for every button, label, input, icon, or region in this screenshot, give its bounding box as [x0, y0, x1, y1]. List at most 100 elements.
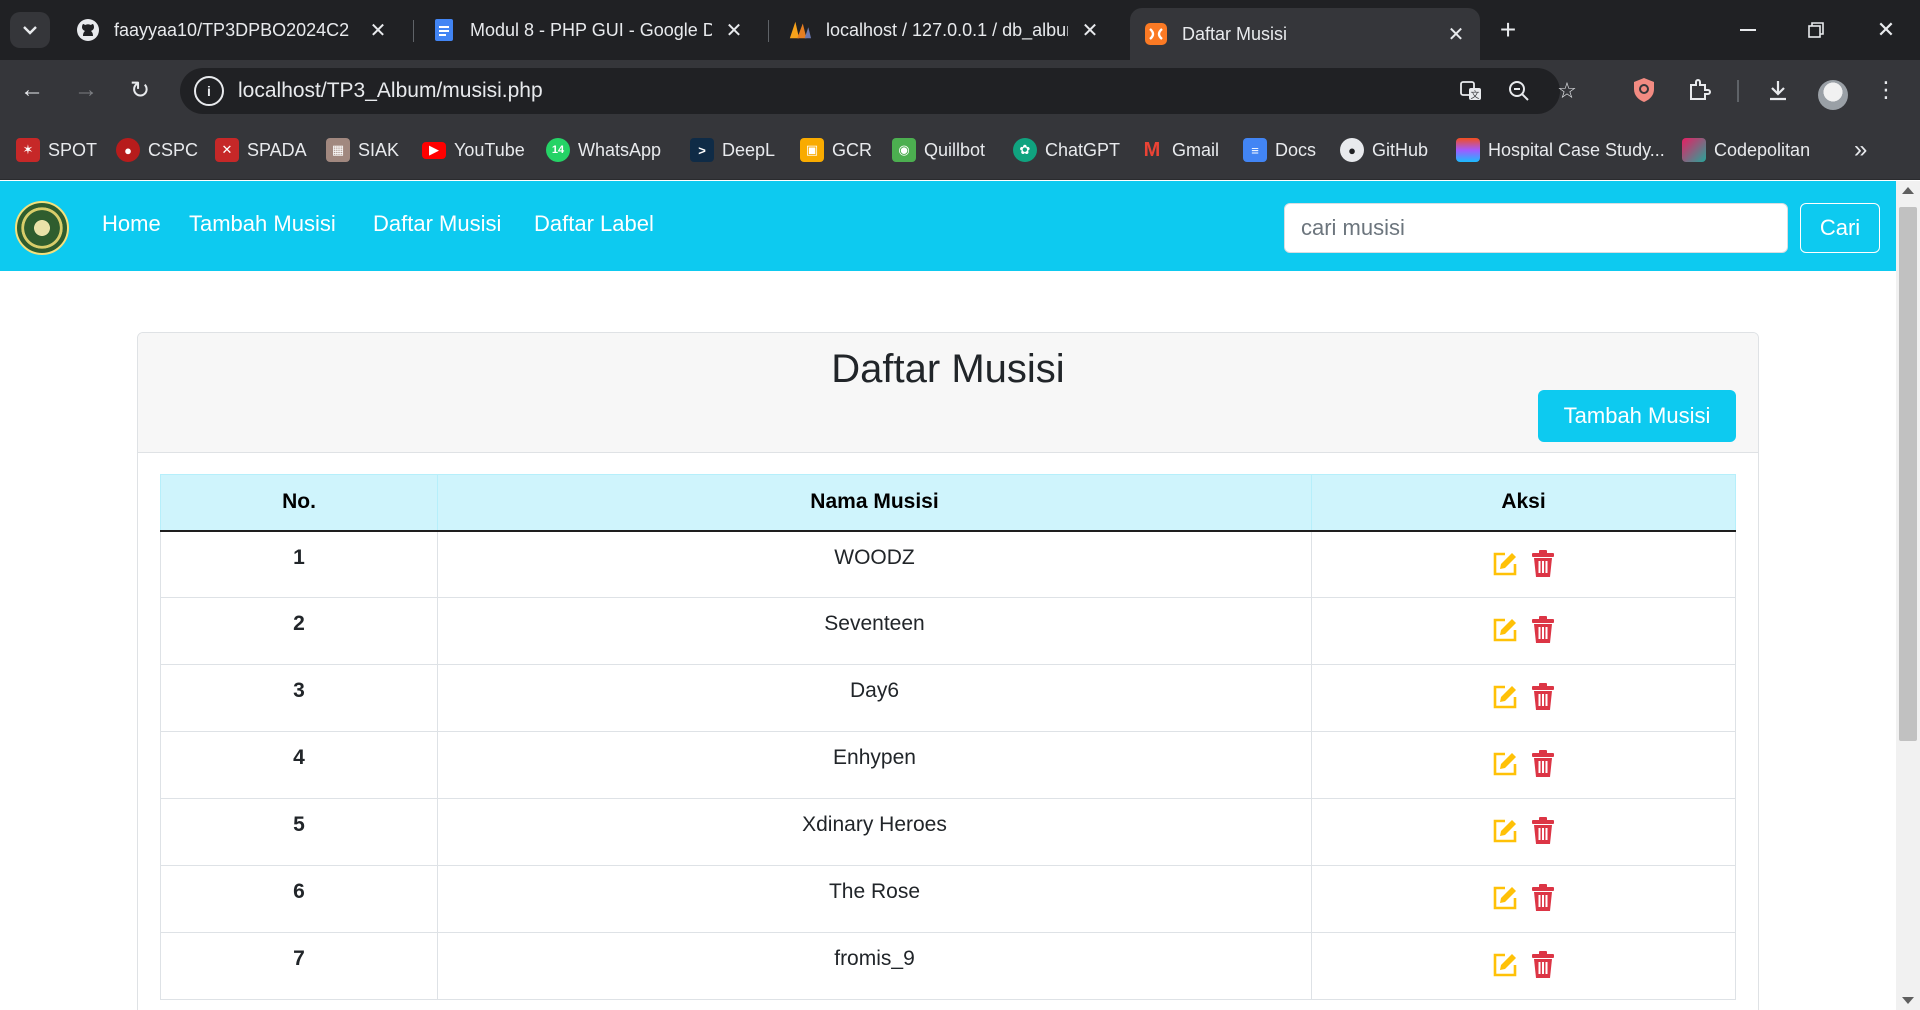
- bookmark-spada[interactable]: ✕ SPADA: [215, 136, 307, 164]
- bookmark-label: GCR: [832, 139, 872, 160]
- bookmark-spot[interactable]: ✶ SPOT: [16, 136, 97, 164]
- edit-icon[interactable]: [1490, 682, 1520, 712]
- bookmark-quillbot[interactable]: ◉ Quillbot: [892, 136, 985, 164]
- add-musisi-button[interactable]: Tambah Musisi: [1538, 390, 1736, 442]
- tab-phpmyadmin[interactable]: localhost / 127.0.0.1 / db_album ✕: [774, 8, 1114, 52]
- bookmark-docs[interactable]: ≡ Docs: [1243, 136, 1316, 164]
- svg-text:文: 文: [1470, 89, 1479, 101]
- bookmark-youtube[interactable]: ▶ YouTube: [422, 136, 525, 164]
- nav-link-daftar-label[interactable]: Daftar Label: [534, 211, 654, 237]
- new-tab-button[interactable]: +: [1494, 14, 1522, 45]
- cell-aksi: [1311, 731, 1736, 799]
- page-title: Daftar Musisi: [831, 347, 1065, 391]
- tab-title: localhost / 127.0.0.1 / db_album: [826, 19, 1068, 40]
- bookmark-label: Gmail: [1172, 139, 1220, 160]
- edit-icon[interactable]: [1490, 950, 1520, 980]
- zoom-icon[interactable]: [1506, 78, 1532, 104]
- tab-daftar-musisi[interactable]: Daftar Musisi ✕: [1130, 8, 1480, 60]
- close-icon[interactable]: ✕: [1446, 24, 1466, 46]
- chevron-double-right-icon[interactable]: »: [1854, 136, 1867, 164]
- nav-link-daftar-musisi[interactable]: Daftar Musisi: [373, 211, 501, 237]
- tab-github[interactable]: faayyaa10/TP3DPBO2024C2 ✕: [62, 8, 402, 52]
- bookmark-label: ChatGPT: [1045, 139, 1121, 160]
- scroll-down-arrow-icon[interactable]: [1902, 997, 1914, 1004]
- search-button[interactable]: Cari: [1800, 203, 1880, 253]
- github-icon: [76, 18, 100, 42]
- cell-no: 7: [160, 932, 438, 1000]
- forward-arrow-icon[interactable]: →: [68, 72, 104, 108]
- musisi-table: No. Nama Musisi Aksi 1 WOODZ 2 Seventeen 3 Da…: [160, 474, 1736, 1000]
- bookmark-deepl[interactable]: > DeepL: [690, 136, 775, 164]
- shield-extension-icon[interactable]: [1628, 74, 1660, 106]
- cell-aksi: [1311, 798, 1736, 866]
- trash-icon[interactable]: [1528, 749, 1558, 779]
- trash-icon[interactable]: [1528, 549, 1558, 579]
- bookmark-cspc[interactable]: ● CSPC: [116, 136, 198, 164]
- download-icon[interactable]: [1762, 74, 1794, 106]
- page-viewport: Home Tambah Musisi Daftar Musisi Daftar …: [0, 181, 1896, 1010]
- reload-icon[interactable]: ↻: [122, 72, 158, 108]
- bookmark-label: YouTube: [454, 139, 525, 160]
- cell-nama-musisi: Day6: [437, 664, 1312, 732]
- cell-nama-musisi: Enhypen: [437, 731, 1312, 799]
- trash-icon[interactable]: [1528, 883, 1558, 913]
- close-icon[interactable]: ✕: [1080, 20, 1100, 42]
- cell-no: 6: [160, 865, 438, 933]
- more-vertical-icon[interactable]: ⋮: [1870, 74, 1902, 106]
- figma-icon: [1456, 138, 1480, 162]
- spada-icon: ✕: [215, 138, 239, 162]
- youtube-icon: ▶: [422, 141, 446, 159]
- back-arrow-icon[interactable]: ←: [14, 72, 50, 108]
- bookmark-gmail[interactable]: M Gmail: [1140, 136, 1219, 164]
- edit-icon[interactable]: [1490, 816, 1520, 846]
- trash-icon[interactable]: [1528, 950, 1558, 980]
- table-row: 6 The Rose: [160, 865, 1736, 933]
- bookmark-chatgpt[interactable]: ✿ ChatGPT: [1013, 136, 1120, 164]
- search-input[interactable]: cari musisi: [1284, 203, 1788, 253]
- header-aksi: Aksi: [1311, 474, 1736, 532]
- nav-link-home[interactable]: Home: [102, 211, 161, 237]
- restore-icon[interactable]: [1796, 12, 1836, 48]
- window-close-icon[interactable]: ✕: [1866, 12, 1906, 48]
- trash-icon[interactable]: [1528, 816, 1558, 846]
- cell-nama-musisi: Seventeen: [437, 597, 1312, 665]
- tab-search-button[interactable]: [10, 12, 50, 48]
- site-info-icon[interactable]: i: [194, 76, 224, 106]
- extensions-puzzle-icon[interactable]: [1683, 74, 1715, 106]
- minimize-icon[interactable]: [1728, 12, 1768, 48]
- bookmark-siak[interactable]: ▦ SIAK: [326, 136, 399, 164]
- tab-google-docs[interactable]: Modul 8 - PHP GUI - Google Do ✕: [418, 8, 758, 52]
- nav-link-tambah-musisi[interactable]: Tambah Musisi: [189, 211, 336, 237]
- bookmark-github[interactable]: ● GitHub: [1340, 136, 1428, 164]
- bookmark-label: WhatsApp: [578, 139, 662, 160]
- header-nama-musisi: Nama Musisi: [437, 474, 1312, 532]
- classroom-icon: ▣: [800, 138, 824, 162]
- edit-icon[interactable]: [1490, 549, 1520, 579]
- trash-icon[interactable]: [1528, 682, 1558, 712]
- cspc-icon: ●: [116, 138, 140, 162]
- profile-avatar[interactable]: [1818, 80, 1848, 110]
- translate-icon[interactable]: 文: [1458, 78, 1484, 104]
- edit-icon[interactable]: [1490, 749, 1520, 779]
- tab-strip: faayyaa10/TP3DPBO2024C2 ✕ Modul 8 - PHP …: [0, 0, 1920, 60]
- table-row: 2 Seventeen: [160, 597, 1736, 665]
- tab-title: faayyaa10/TP3DPBO2024C2: [114, 19, 350, 40]
- cell-nama-musisi: The Rose: [437, 865, 1312, 933]
- star-icon[interactable]: ☆: [1554, 78, 1580, 104]
- scrollbar-thumb[interactable]: [1899, 207, 1917, 741]
- chevron-down-icon: [23, 26, 37, 35]
- edit-icon[interactable]: [1490, 615, 1520, 645]
- address-bar[interactable]: i localhost/TP3_Album/musisi.php 文 ☆: [180, 68, 1577, 114]
- bookmark-codepolitan[interactable]: Codepolitan: [1682, 136, 1810, 164]
- address-url: localhost/TP3_Album/musisi.php: [238, 79, 543, 102]
- close-icon[interactable]: ✕: [368, 20, 388, 42]
- bookmark-gcr[interactable]: ▣ GCR: [800, 136, 872, 164]
- bookmark-whatsapp[interactable]: 14 WhatsApp: [546, 136, 661, 164]
- close-icon[interactable]: ✕: [724, 20, 744, 42]
- trash-icon[interactable]: [1528, 615, 1558, 645]
- scroll-up-arrow-icon[interactable]: [1902, 187, 1914, 194]
- logo-icon[interactable]: [15, 201, 69, 255]
- vertical-scrollbar[interactable]: [1896, 181, 1920, 1010]
- bookmark-hospital-case-study[interactable]: Hospital Case Study...: [1456, 136, 1665, 164]
- edit-icon[interactable]: [1490, 883, 1520, 913]
